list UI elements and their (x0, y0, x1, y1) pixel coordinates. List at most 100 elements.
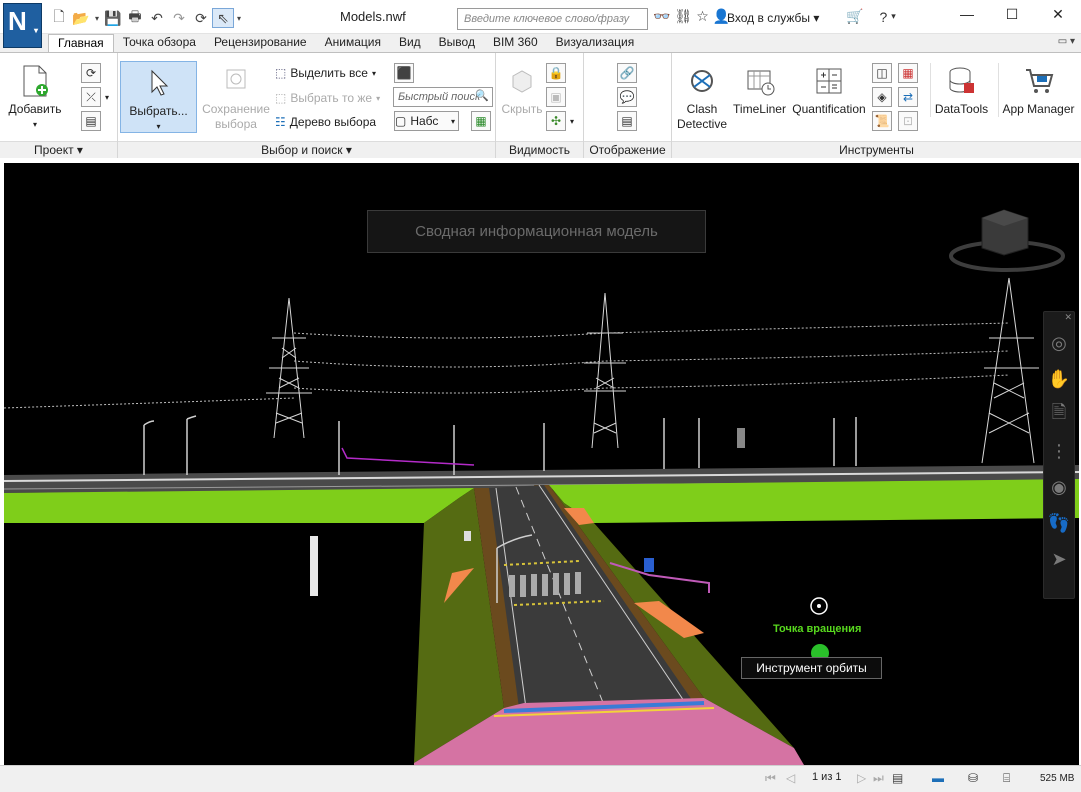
sheet-browser-icon[interactable]: ▤ (892, 771, 903, 785)
selection-tree-button[interactable]: ☷ Дерево выбора (275, 112, 376, 132)
search-icon[interactable]: 🔍 (475, 89, 489, 102)
animator-button[interactable]: ▦ (898, 63, 918, 83)
favorites-star-icon[interactable]: ☆ (696, 8, 709, 25)
sets-dropdown[interactable]: ▢ Набс ▾ (394, 111, 459, 131)
save-selection-button[interactable]: Сохранение выбора (200, 63, 272, 132)
open-dropdown-icon[interactable]: ▾ (92, 8, 102, 28)
ribbon-tab[interactable]: Рецензирование (205, 34, 316, 52)
orbit-icon[interactable]: ◉ (1044, 472, 1074, 502)
previous-page-icon[interactable]: ◁ (786, 771, 795, 785)
quick-properties-icon: 💬 (617, 87, 637, 107)
ribbon-tab[interactable]: Главная (48, 34, 114, 52)
hide-cube-icon (505, 63, 539, 99)
next-page-icon[interactable]: ▷ (857, 771, 866, 785)
app-manager-button[interactable]: App Manager (998, 63, 1078, 117)
timeliner-button[interactable]: TimeLiner (731, 63, 788, 117)
help-icon[interactable]: ? (879, 9, 887, 25)
unhide-all-button[interactable]: ✣ ▾ (546, 111, 574, 131)
refresh-button[interactable]: ⟳ (81, 63, 101, 83)
timeliner-label: TimeLiner (733, 102, 786, 116)
transform-button[interactable]: ⊡ (898, 111, 918, 131)
select-same-button[interactable]: ⬚ Выбрать то же ▾ (275, 88, 380, 108)
ribbon-tab[interactable]: Визуализация (547, 34, 644, 52)
ribbon-minimize-icon[interactable]: ▭ ▾ (1058, 36, 1075, 47)
require-button[interactable]: 🔒 (546, 63, 566, 83)
find-items-button[interactable]: ⬛ (394, 63, 414, 83)
scripter-button[interactable]: 📜 (872, 111, 892, 131)
chevron-down-icon: ▾ (450, 116, 455, 126)
open-file-icon[interactable]: 📂 (70, 8, 92, 28)
manage-sets-button[interactable]: ▦ (471, 111, 491, 131)
ribbon-tab[interactable]: BIM 360 (484, 34, 547, 52)
file-options-button[interactable]: ▤ (81, 111, 101, 131)
select-arrow-icon[interactable]: ➤ (1044, 544, 1074, 574)
zoom-icon[interactable]: ⋮ (1044, 436, 1074, 466)
clash-detective-icon (685, 63, 719, 99)
unhide-all-icon: ✣ (546, 111, 566, 131)
ribbon-tab[interactable]: Вывод (430, 34, 484, 52)
ribbon-tab[interactable]: Вид (390, 34, 430, 52)
close-button[interactable]: ✕ (1046, 6, 1070, 26)
status-bar: ⏮ ◁ 1 из 1 ▷ ⏭ ▤ ▬ ⛁ ⌸ 525 MB (0, 765, 1081, 792)
select-button[interactable]: Выбрать... ▾ (120, 61, 197, 133)
last-page-icon[interactable]: ⏭ (873, 771, 884, 786)
refresh-icon: ⟳ (81, 63, 101, 83)
save-icon[interactable]: 💾 (102, 8, 124, 28)
scene-viewport[interactable]: Сводная информационная модель Точка вращ… (4, 163, 1079, 765)
print-icon[interactable]: 🖶 (124, 8, 146, 28)
quantification-icon (812, 63, 846, 99)
select-all-button[interactable]: ⬚ Выделить все ▾ (275, 63, 376, 83)
add-button[interactable]: Добавить ▾ (8, 63, 62, 132)
quick-properties-button[interactable]: 💬 (617, 87, 637, 107)
clash-detective-button[interactable]: Clash Detective (676, 63, 728, 132)
ribbon-tab[interactable]: Анимация (316, 34, 390, 52)
hide-unselected-button[interactable]: ▣ (546, 87, 566, 107)
navbar-close-icon[interactable]: ✕ (1064, 312, 1072, 323)
link-icon: 🔗 (617, 63, 637, 83)
steering-wheel-icon[interactable]: ◎ (1044, 328, 1074, 358)
signin-button[interactable]: Вход в службы ▾ (727, 11, 819, 25)
refresh-icon[interactable]: ⟳ (190, 8, 212, 28)
quick-find-placeholder: Быстрый поиск (398, 91, 481, 103)
redo-icon[interactable]: ↷ (168, 8, 190, 28)
undo-icon[interactable]: ↶ (146, 8, 168, 28)
panel-display-title: Отображение (584, 141, 671, 158)
pan-hand-icon[interactable]: ✋ (1044, 364, 1074, 394)
panel-select-title[interactable]: Выбор и поиск ▾ (118, 141, 495, 158)
maximize-button[interactable]: ☐ (1000, 6, 1024, 26)
compare-icon: ⇄ (898, 87, 918, 107)
scripter-icon: 📜 (872, 111, 892, 131)
ribbon-tab[interactable]: Точка обзора (114, 34, 205, 52)
help-search-input[interactable]: Введите ключевое слово/фразу (457, 8, 648, 30)
first-page-icon[interactable]: ⏮ (765, 771, 776, 786)
panel-project-title[interactable]: Проект ▾ (0, 141, 117, 158)
communication-center-icon[interactable]: ⛓ (674, 8, 692, 25)
minimize-button[interactable]: — (955, 6, 979, 26)
hide-button[interactable]: Скрыть (500, 63, 544, 117)
chevron-down-icon: ▾ (371, 68, 376, 78)
zoom-window-icon[interactable]: 🗎 (1044, 400, 1074, 430)
look-icon[interactable]: 👣 (1044, 508, 1074, 538)
store-and-help-icons: 🛒 ? ▾ (846, 8, 896, 25)
quick-find-input[interactable]: Быстрый поиск 🔍 (393, 87, 493, 107)
ribbon: Добавить ▾ ⟳ ⤫ ▾ ▤ Проект ▾ Выбрать... ▾ … (0, 52, 1081, 158)
properties-button[interactable]: ▤ (617, 111, 637, 131)
add-document-icon (18, 63, 52, 99)
datatools-button[interactable]: DataTools (930, 63, 992, 117)
app-logo-letter: N (8, 6, 27, 36)
new-file-icon[interactable]: 🗋 (48, 8, 70, 28)
reset-all-button[interactable]: ⤫ ▾ (81, 87, 109, 107)
road-sign-left (464, 531, 471, 541)
help-dropdown-icon[interactable]: ▾ (891, 11, 896, 22)
links-button[interactable]: 🔗 (617, 63, 637, 83)
application-menu-button[interactable]: N ▾ (3, 3, 42, 48)
batch-utility-button[interactable]: ◈ (872, 87, 892, 107)
binoculars-icon[interactable]: 👓 (653, 8, 670, 25)
quantification-button[interactable]: Quantification (790, 63, 868, 117)
cart-icon[interactable]: 🛒 (846, 8, 863, 25)
file-options-icon: ▤ (81, 111, 101, 131)
select-cursor-icon[interactable]: ⇖ (212, 8, 234, 28)
appearance-profiler-button[interactable]: ◫ (872, 63, 892, 83)
compare-button[interactable]: ⇄ (898, 87, 918, 107)
qat-customize-icon[interactable]: ▾ (234, 8, 244, 28)
